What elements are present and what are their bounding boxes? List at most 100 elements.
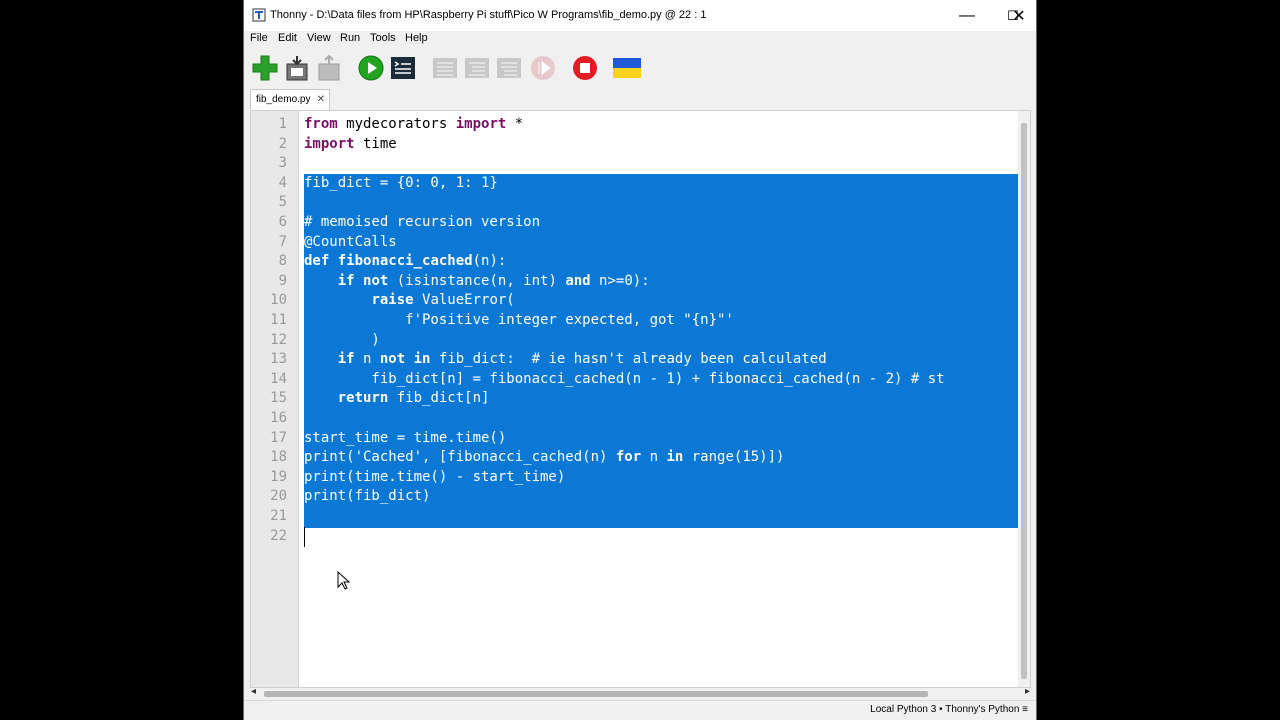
menu-file[interactable]: File	[250, 31, 268, 45]
run-icon	[358, 55, 384, 81]
code-line-14: fib_dict[n] = fibonacci_cached(n - 1) + …	[304, 370, 945, 387]
keyword: return	[337, 390, 389, 407]
step-over-button[interactable]	[430, 53, 460, 83]
code-line-10: raise ValueError(	[371, 292, 515, 309]
line-number: 4	[278, 174, 287, 191]
line-number: 10	[270, 292, 287, 309]
resume-icon	[531, 56, 555, 80]
line-number: 14	[270, 370, 287, 387]
horizontal-scroll-thumb[interactable]	[264, 691, 928, 697]
code-line-15: return fib_dict[n]	[337, 390, 490, 407]
line-number: 16	[270, 410, 287, 426]
keyword: and	[565, 272, 591, 289]
line-number: 20	[270, 488, 287, 505]
menu-tools[interactable]: Tools	[370, 31, 396, 45]
keyword: import	[304, 135, 355, 152]
code-line-2: import time	[304, 135, 397, 152]
text-caret	[304, 527, 305, 547]
menu-view[interactable]: View	[307, 31, 331, 45]
line-number: 8	[278, 253, 287, 270]
keyword: for	[615, 449, 642, 466]
resume-button[interactable]	[528, 53, 558, 83]
code-line-6: # memoised recursion version	[304, 214, 541, 230]
line-number: 13	[270, 351, 287, 368]
code-line-18: print('Cached', [fibonacci_cached(n) for…	[304, 449, 785, 466]
code-line-7: @CountCalls	[304, 233, 397, 250]
line-number: 1	[278, 116, 287, 132]
step-into-icon	[465, 58, 489, 78]
step-out-button[interactable]	[494, 53, 524, 83]
debug-icon	[391, 57, 415, 79]
save-file-button[interactable]	[282, 53, 312, 83]
minimize-icon: —	[959, 6, 975, 24]
code-line-19: print(time.time() - start_time)	[304, 468, 566, 485]
step-over-icon	[433, 58, 457, 78]
new-file-button[interactable]	[250, 53, 280, 83]
line-number: 6	[278, 214, 287, 230]
code-line-4: fib_dict = {0: 0, 1: 1}	[304, 174, 498, 191]
debug-button[interactable]	[388, 53, 418, 83]
keyword: from	[304, 116, 338, 132]
line-number: 18	[270, 449, 287, 466]
line-number: 12	[270, 331, 287, 348]
scroll-left-icon[interactable]: ◂	[251, 686, 256, 697]
mouse-pointer-icon	[337, 571, 351, 590]
scroll-right-icon[interactable]: ▸	[1025, 686, 1030, 697]
line-number: 5	[278, 194, 287, 211]
menu-run[interactable]: Run	[340, 31, 360, 45]
line-number: 3	[278, 155, 287, 172]
step-into-button[interactable]	[462, 53, 492, 83]
code-line-11: f'Positive integer expected, got "{n}"'	[304, 312, 734, 328]
tab-fib-demo[interactable]: fib_demo.py ✕	[250, 89, 330, 110]
line-number: 19	[270, 468, 287, 485]
code-area[interactable]: from mydecorators import * import time f…	[304, 111, 1018, 687]
interpreter-status[interactable]: Local Python 3 • Thonny's Python ≡	[870, 704, 1028, 715]
minimize-button[interactable]: —	[944, 0, 990, 31]
new-file-icon	[252, 55, 278, 81]
menu-help[interactable]: Help	[405, 31, 428, 45]
keyword: not	[379, 351, 406, 368]
thonny-window: Thonny - D:\Data files from HP\Raspberry…	[243, 0, 1037, 720]
line-number: 22	[270, 527, 287, 544]
open-file-icon	[318, 54, 340, 81]
code-line-13: if n not in fib_dict: # ie hasn't alread…	[337, 351, 827, 368]
line-number: 9	[278, 272, 287, 289]
keyword: not	[363, 272, 389, 289]
vertical-scrollbar[interactable]	[1018, 111, 1030, 687]
code-line-1: from mydecorators import *	[304, 116, 524, 132]
ukraine-flag-button[interactable]	[612, 53, 642, 83]
keyword: def	[304, 253, 330, 270]
code-editor[interactable]: 1 2 3 4 5 6 7 8 9 10 11 12 13 14 15 16 1…	[250, 110, 1031, 688]
tab-label: fib_demo.py	[256, 94, 311, 105]
step-out-icon	[497, 58, 521, 78]
close-window-button[interactable]: ✕	[994, 0, 1036, 31]
line-number: 7	[278, 233, 287, 250]
code-line-12: )	[304, 331, 380, 348]
stop-button[interactable]	[570, 53, 600, 83]
save-file-icon	[286, 56, 308, 81]
close-tab-icon[interactable]: ✕	[317, 90, 325, 110]
open-file-button[interactable]	[314, 53, 344, 83]
line-number: 15	[270, 390, 287, 407]
horizontal-scrollbar[interactable]: ◂ ▸	[250, 686, 1031, 700]
close-icon: ✕	[1012, 7, 1026, 25]
line-number: 2	[278, 135, 287, 152]
ukraine-flag-icon	[613, 58, 641, 78]
keyword: if	[337, 272, 355, 289]
menu-bar: File Edit View Run Tools Help	[244, 31, 1036, 49]
line-number: 21	[270, 508, 287, 524]
menu-edit[interactable]: Edit	[278, 31, 297, 45]
code-line-8: def fibonacci_cached(n):	[304, 253, 507, 270]
keyword: in	[666, 449, 684, 466]
run-button[interactable]	[356, 53, 386, 83]
code-line-20: print(fib_dict)	[304, 488, 431, 505]
line-number-gutter: 1 2 3 4 5 6 7 8 9 10 11 12 13 14 15 16 1…	[251, 111, 299, 687]
status-bar: Local Python 3 • Thonny's Python ≡	[244, 700, 1036, 720]
keyword: import	[455, 116, 507, 132]
code-line-9: if not (isinstance(n, int) and n>=0):	[337, 272, 650, 289]
code-line-17: start_time = time.time()	[304, 429, 507, 446]
line-number: 11	[270, 312, 287, 328]
toolbar	[244, 50, 1036, 86]
thonny-icon	[252, 8, 266, 22]
vertical-scroll-thumb[interactable]	[1021, 123, 1027, 679]
